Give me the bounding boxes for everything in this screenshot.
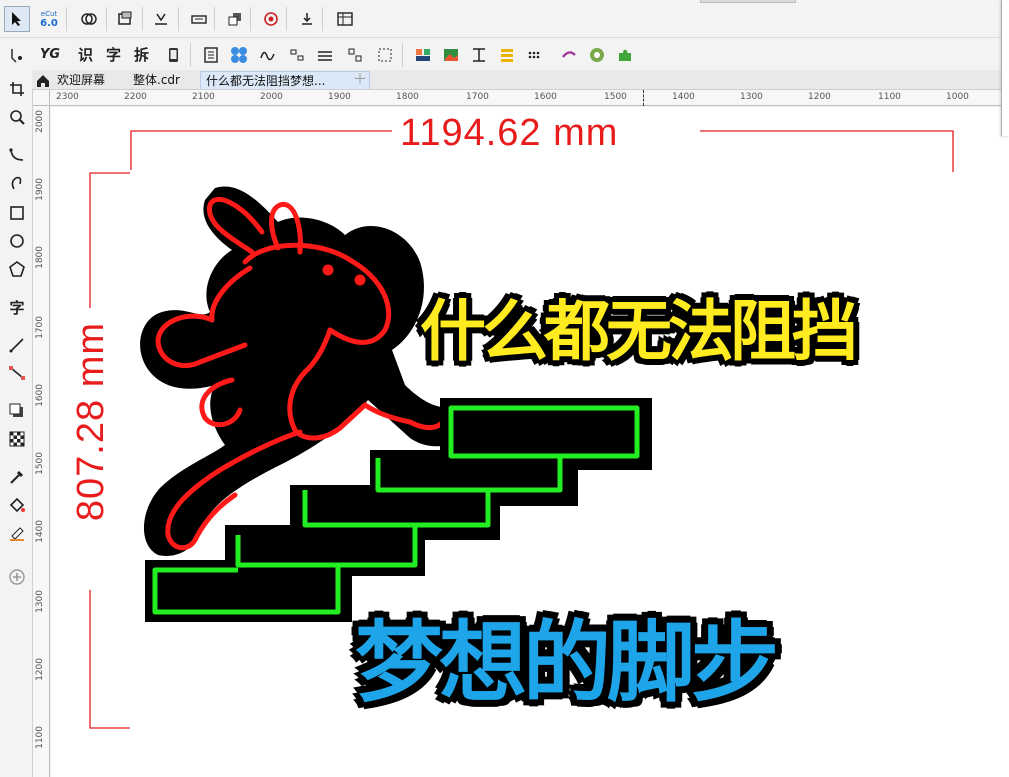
slogan-top-text[interactable]: 什么都无法阻挡 [420,278,858,374]
slogan-bottom-text[interactable]: 梦想的脚步 [355,592,779,719]
coreldraw-window: eCut 6.0 YG 识 字 拆 字 欢迎屏幕 整体.cdr 什么都无法阻挡梦… [0,0,1009,777]
docker-panel-edge[interactable] [1001,0,1009,136]
height-dimension-label[interactable]: 807.28 mm [70,322,113,521]
width-dimension-label[interactable]: 1194.62 mm [400,112,618,155]
